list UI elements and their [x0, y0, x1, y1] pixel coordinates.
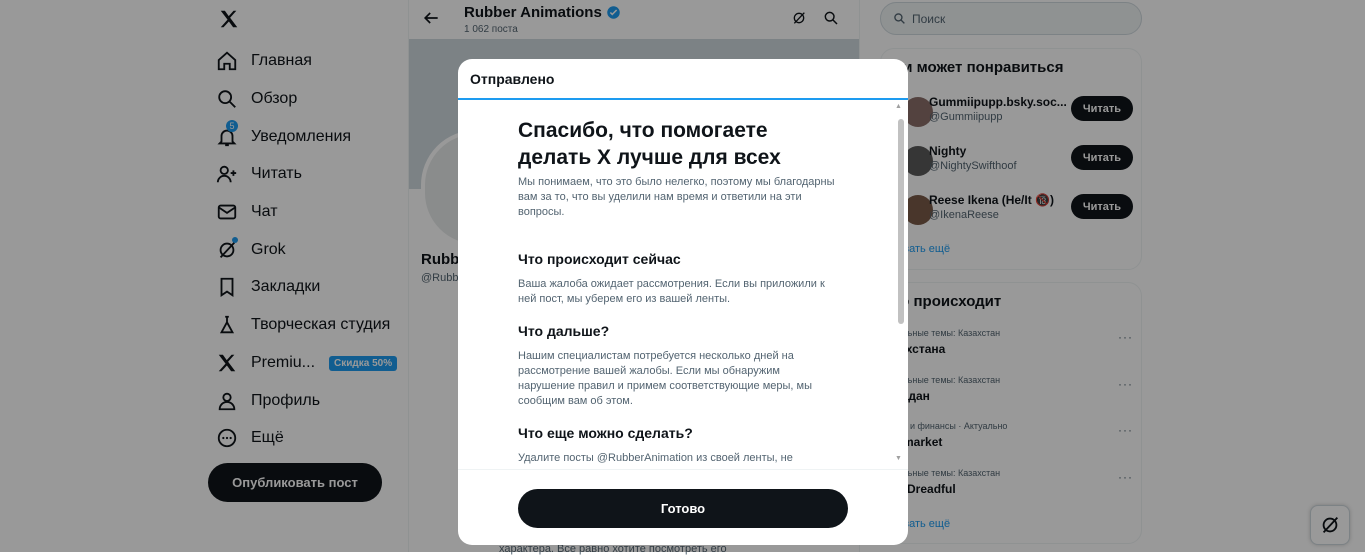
section-title: Что еще можно сделать? — [518, 425, 693, 441]
dialog-content: Спасибо, что помогаете делать X лучше дл… — [518, 117, 838, 464]
scrollbar-thumb[interactable] — [898, 119, 904, 324]
scroll-up-arrow-icon[interactable]: ▲ — [895, 103, 902, 110]
thanks-subtitle: Мы понимаем, что это было нелегко, поэто… — [518, 176, 835, 218]
section-text: Удалите посты @RubberAnimation из своей … — [518, 452, 793, 464]
section-text: Нашим специалистам потребуется несколько… — [518, 350, 812, 407]
footer-divider — [458, 469, 908, 470]
section-title: Что дальше? — [518, 323, 610, 339]
section-text: Ваша жалоба ожидает рассмотрения. Если в… — [518, 278, 825, 305]
report-submitted-dialog: Отправлено Спасибо, что помогаете делать… — [458, 59, 908, 545]
progress-divider — [458, 98, 908, 100]
dialog-title: Отправлено — [470, 71, 555, 87]
done-button[interactable]: Готово — [518, 489, 848, 528]
section-title: Что происходит сейчас — [518, 251, 681, 267]
scroll-down-arrow-icon[interactable]: ▼ — [895, 455, 902, 462]
thanks-heading: Спасибо, что помогаете делать X лучше дл… — [518, 119, 781, 169]
